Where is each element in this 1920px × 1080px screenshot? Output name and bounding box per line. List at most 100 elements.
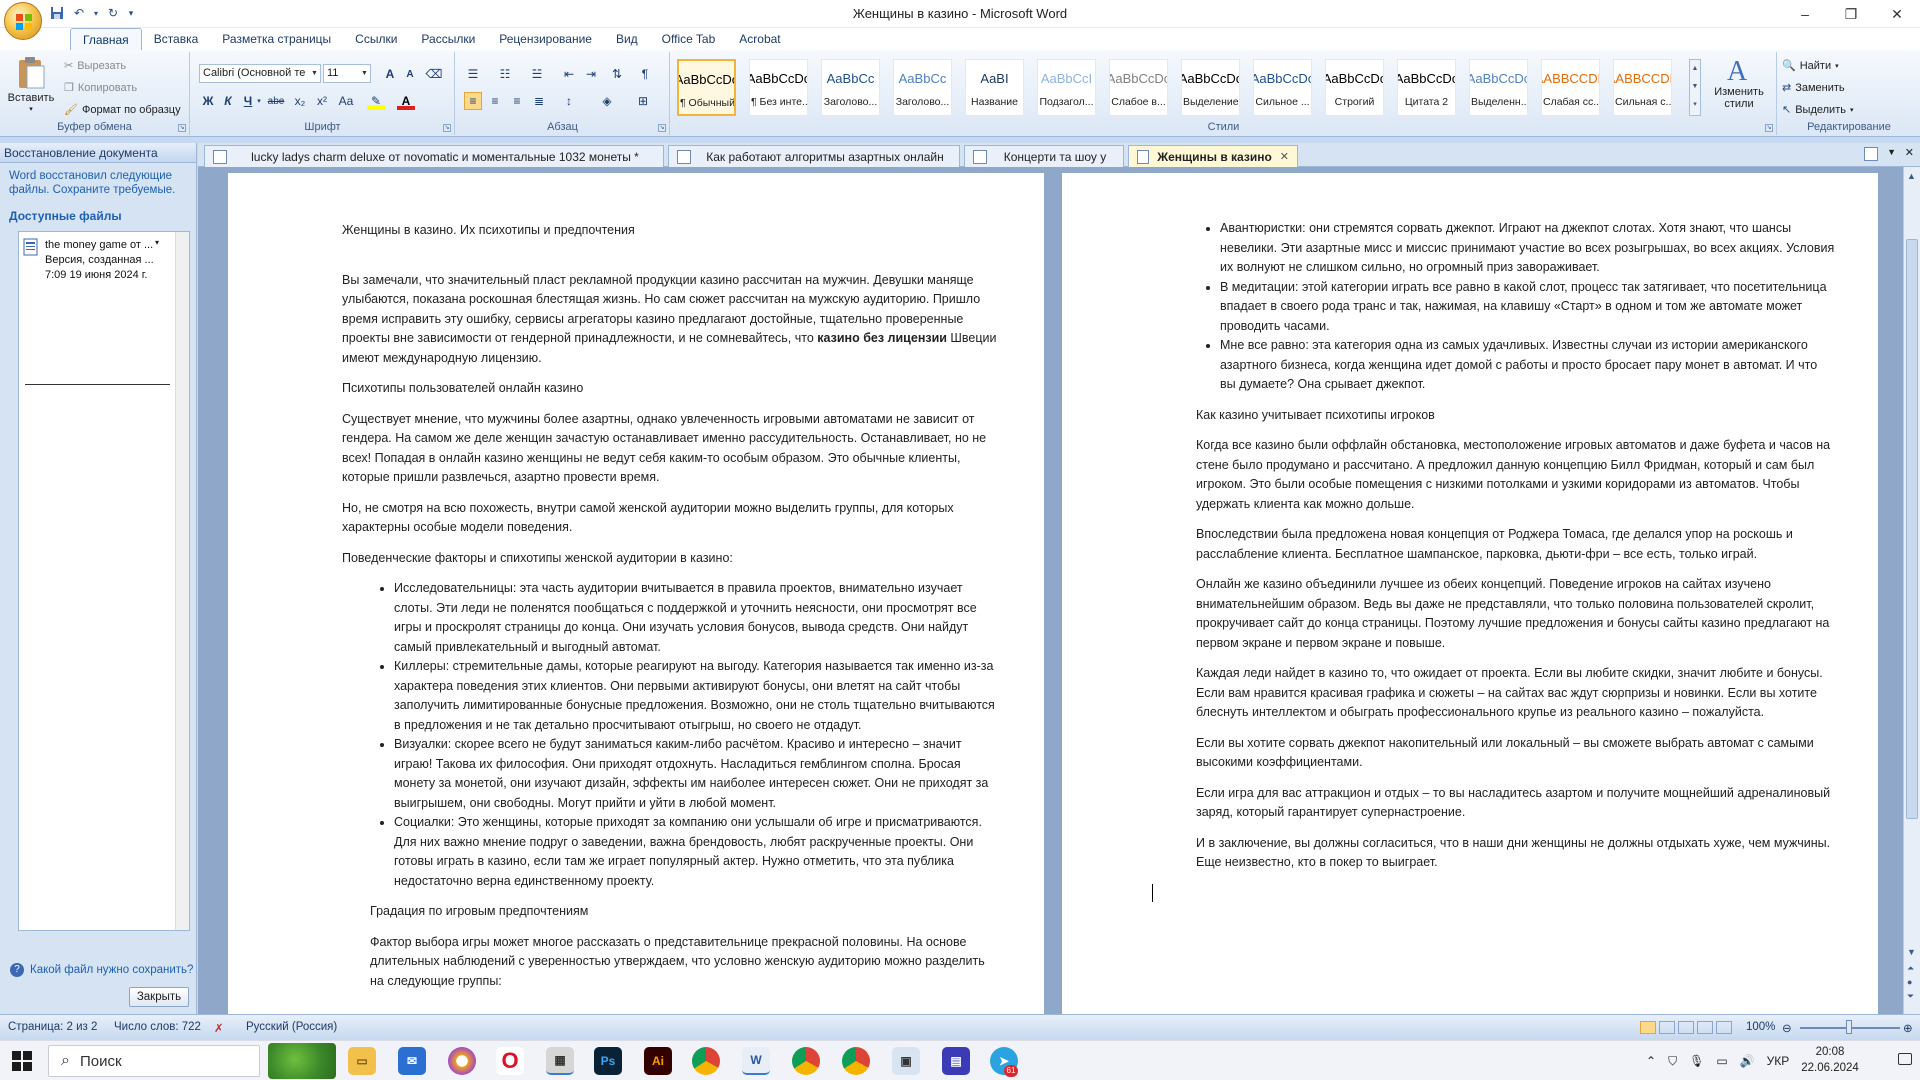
photoshop-icon[interactable]: Ps [594,1047,622,1075]
tab-review[interactable]: Рецензирование [487,28,604,50]
multilevel-list-icon[interactable]: ☱ [528,65,546,83]
input-language[interactable]: УКР [1767,1054,1790,1068]
opera-icon[interactable]: O [496,1047,524,1075]
page-2[interactable]: Авантюристки: они стремятся сорвать джек… [1062,173,1878,1014]
scrollbar-thumb[interactable] [1906,239,1918,819]
style-gallery-item[interactable]: AABBCCDE Слабая сс... [1541,59,1600,116]
recovery-list-scrollbar[interactable] [175,232,189,930]
zoom-level[interactable]: 100% [1746,1021,1775,1033]
find-button[interactable]: 🔍 Найти ▾ [1782,59,1839,73]
next-page-icon[interactable]: ⏷ [1907,991,1914,1002]
font-size-dropdown-icon[interactable]: ▼ [359,65,370,82]
page-1[interactable]: Женщины в казино. Их психотипы и предпоч… [228,173,1044,1014]
select-browse-object-icon[interactable]: ● [1907,977,1912,987]
shrink-font-icon[interactable]: A [401,65,419,83]
cut-button[interactable]: ✂ Вырезать [64,59,126,73]
full-screen-reading-icon[interactable] [1659,1021,1675,1034]
file-explorer-icon[interactable]: ▭ [348,1047,376,1075]
maximize-button[interactable]: ❐ [1828,0,1874,28]
print-layout-icon[interactable] [1640,1021,1656,1034]
style-gallery-item[interactable]: AaBbCcDc Сильное ... [1253,59,1312,116]
word-taskbar-icon[interactable]: W [742,1047,770,1075]
undo-icon[interactable]: ↶ [70,4,88,22]
network-icon[interactable]: ▭ [1716,1054,1727,1068]
increase-indent-icon[interactable]: ⇥ [582,65,600,83]
numbering-icon[interactable]: ☷ [496,65,514,83]
grow-font-icon[interactable]: A [381,65,399,83]
tab-insert[interactable]: Вставка [142,28,211,50]
draft-icon[interactable] [1716,1021,1732,1034]
new-tab-icon[interactable] [1864,147,1878,161]
mail-icon[interactable]: ✉ [398,1047,426,1075]
sort-icon[interactable]: ⇅ [608,65,626,83]
customize-qat-icon[interactable]: ▾ [126,4,136,22]
language-indicator[interactable]: Русский (Россия) [246,1021,337,1033]
antivirus-icon[interactable]: ⛉ [1668,1054,1677,1069]
vertical-scrollbar[interactable]: ▤ ▲ ▼ ⏶ ● ⏷ [1903,167,1920,1014]
tray-overflow-icon[interactable]: ⌃ [1646,1054,1656,1068]
subscript-button[interactable]: x₂ [291,92,309,110]
tab-page-layout[interactable]: Разметка страницы [210,28,343,50]
remote-desktop-icon[interactable]: ▣ [892,1047,920,1075]
weather-widget-icon[interactable] [268,1043,336,1079]
spellcheck-icon[interactable]: ✗ [214,1021,224,1035]
pilcrow-icon[interactable]: ¶ [636,65,654,83]
highlight-icon[interactable]: ✎ [367,92,385,110]
chrome-profile-icon[interactable] [792,1047,820,1075]
close-all-tabs-icon[interactable]: ✕ [1905,146,1914,159]
copy-button[interactable]: ❐ Копировать [64,81,137,95]
zoom-in-icon[interactable]: ⊕ [1903,1021,1913,1035]
chrome-profile-2-icon[interactable] [842,1047,870,1075]
document-area[interactable]: Женщины в казино. Их психотипы и предпоч… [198,167,1920,1014]
illustrator-icon[interactable]: Ai [644,1047,672,1075]
superscript-button[interactable]: x² [313,92,331,110]
recovered-file-dropdown-icon[interactable]: ▾ [155,238,165,247]
tab-list-dropdown-icon[interactable]: ▼ [1887,147,1896,157]
style-gallery-item[interactable]: AaBbCc Заголово... [821,59,880,116]
shading-icon[interactable]: ◈ [598,92,616,110]
clock[interactable]: 20:08 22.06.2024 [1800,1044,1860,1076]
style-gallery-item[interactable]: AaBbCcDc ¶ Обычный [677,59,736,116]
select-button[interactable]: ↖ Выделить ▾ [1782,103,1853,117]
borders-icon[interactable]: ⊞ [634,92,652,110]
office-button[interactable] [4,2,42,40]
style-gallery-item[interactable]: AaBbCcDc Выделенн... [1469,59,1528,116]
tab-office-tab[interactable]: Office Tab [650,28,728,50]
scroll-down-icon[interactable]: ▼ [1907,947,1916,957]
replace-button[interactable]: ⇄ Заменить [1782,81,1845,95]
close-recovery-button[interactable]: Закрыть [129,987,189,1007]
start-button[interactable] [12,1051,32,1071]
paragraph-launcher-icon[interactable]: ↘ [658,124,666,132]
outline-icon[interactable] [1697,1021,1713,1034]
style-gallery-item[interactable]: AaBbCcI Подзагол... [1037,59,1096,116]
doc-tab-concerts[interactable]: Концерти та шоу у [964,145,1124,167]
bold-button[interactable]: Ж [199,92,217,110]
doc-tab-lucky-ladys[interactable]: lucky ladys charm deluxe от novomatic и … [204,145,664,167]
redo-icon[interactable]: ↻ [104,4,122,22]
word-count[interactable]: Число слов: 722 [114,1021,201,1033]
styles-launcher-icon[interactable]: ↘ [1765,124,1773,132]
save-icon[interactable] [48,4,66,22]
close-button[interactable]: ✕ [1874,0,1920,28]
format-painter-button[interactable]: 🖌 Формат по образцу [64,103,181,117]
style-gallery-item[interactable]: AaBbCcDc Слабое в... [1109,59,1168,116]
italic-button[interactable]: К [219,92,237,110]
microphone-icon[interactable]: 🎙 [1689,1054,1704,1068]
style-gallery-item[interactable]: AaBbCc Заголово... [893,59,952,116]
style-gallery-item[interactable]: AaBI Название [965,59,1024,116]
zoom-slider-thumb[interactable] [1846,1020,1852,1034]
volume-icon[interactable]: 🔊 [1740,1054,1755,1068]
recovered-file-item[interactable]: the money game от ... Версия, созданная … [23,238,173,283]
font-color-icon[interactable]: A [397,92,415,110]
align-right-icon[interactable]: ≡ [508,92,526,110]
line-spacing-icon[interactable]: ↕ [560,92,578,110]
style-gallery-item[interactable]: AaBbCcDc Выделение [1181,59,1240,116]
style-gallery-item[interactable]: AaBbCcDc ¶ Без инте... [749,59,808,116]
which-file-help-link[interactable]: ? Какой файл нужно сохранить? [10,963,193,977]
clipboard-launcher-icon[interactable]: ↘ [178,124,186,132]
change-styles-button[interactable]: A Изменить стили [1707,54,1771,110]
undo-dropdown-icon[interactable]: ▾ [92,4,100,22]
decrease-indent-icon[interactable]: ⇤ [560,65,578,83]
chromium-browser-icon[interactable] [448,1047,476,1075]
clear-format-icon[interactable]: ⌫ [425,65,443,83]
